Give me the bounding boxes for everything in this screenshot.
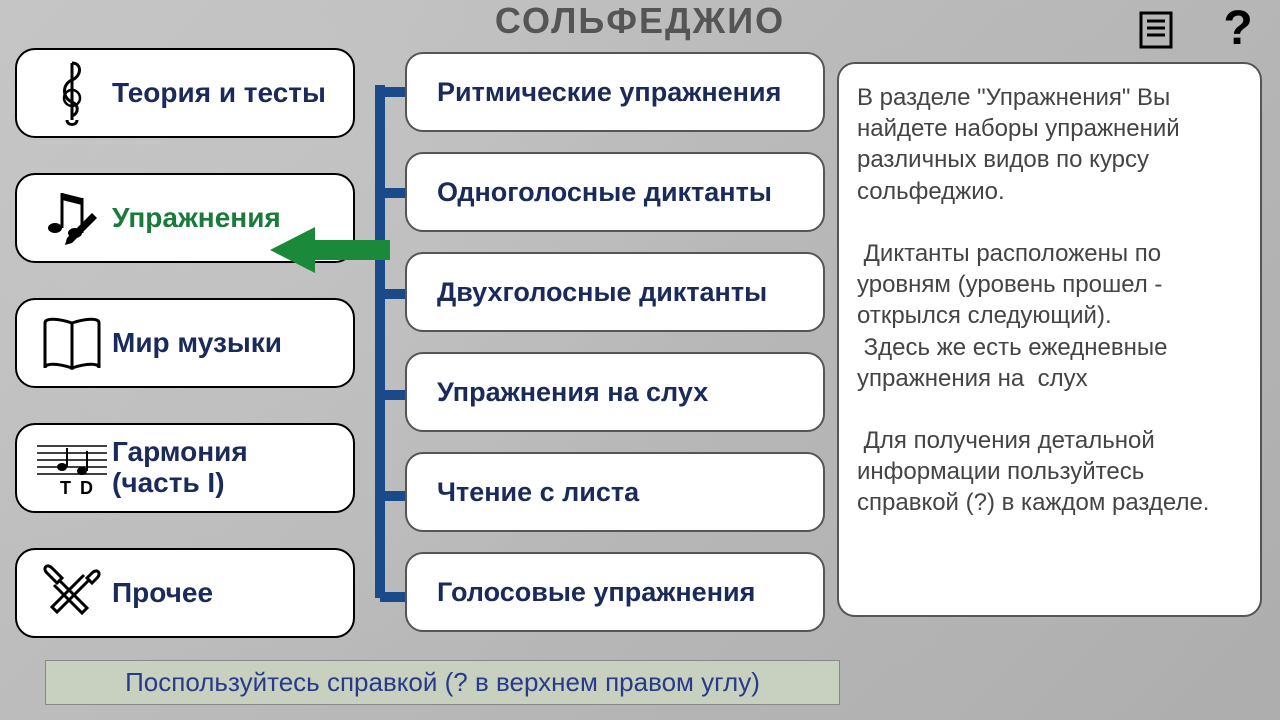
wrench-screwdriver-icon <box>32 558 112 628</box>
submenu-label: Голосовые упражнения <box>437 577 755 608</box>
info-panel: В разделе "Упражнения" Вы найдете наборы… <box>837 62 1262 617</box>
menu-label: Теория и тесты <box>112 78 326 109</box>
submenu-voice-exercises[interactable]: Голосовые упражнения <box>405 552 825 632</box>
menu-music-world[interactable]: Мир музыки <box>15 298 355 388</box>
hint-bar: Поспользуйтесь справкой (? в верхнем пра… <box>45 660 840 705</box>
tree-connector-vertical <box>375 85 385 598</box>
submenu-rhythmic-exercises[interactable]: Ритмические упражнения <box>405 52 825 132</box>
menu-label: Гармония (часть I) <box>112 437 338 499</box>
active-arrow-icon <box>270 225 390 275</box>
app-title: СОЛЬФЕДЖИО <box>495 0 785 42</box>
staff-td-icon: T D <box>32 433 112 503</box>
notes-pencil-icon <box>32 183 112 253</box>
submenu-label: Чтение с листа <box>437 477 639 508</box>
menu-label: Упражнения <box>112 203 281 234</box>
svg-text:?: ? <box>1223 8 1252 52</box>
submenu-sight-reading[interactable]: Чтение с листа <box>405 452 825 532</box>
submenu-two-voice-dictation[interactable]: Двухголосные диктанты <box>405 252 825 332</box>
svg-text:T: T <box>60 478 71 498</box>
menu-label: Прочее <box>112 578 213 609</box>
treble-clef-icon <box>32 58 112 128</box>
menu-other[interactable]: Прочее <box>15 548 355 638</box>
hint-text: Поспользуйтесь справкой (? в верхнем пра… <box>125 667 760 698</box>
info-text: В разделе "Упражнения" Вы найдете наборы… <box>857 82 1242 519</box>
submenu-label: Двухголосные диктанты <box>437 277 767 308</box>
submenu-one-voice-dictation[interactable]: Одноголосные диктанты <box>405 152 825 232</box>
help-icon[interactable]: ? <box>1216 8 1260 57</box>
submenu-label: Упражнения на слух <box>437 377 708 408</box>
menu-harmony[interactable]: T D Гармония (часть I) <box>15 423 355 513</box>
svg-text:D: D <box>80 478 93 498</box>
submenu-ear-exercises[interactable]: Упражнения на слух <box>405 352 825 432</box>
submenu-label: Ритмические упражнения <box>437 77 781 108</box>
menu-theory-tests[interactable]: Теория и тесты <box>15 48 355 138</box>
doc-icon[interactable] <box>1136 10 1176 55</box>
open-book-icon <box>32 308 112 378</box>
submenu-label: Одноголосные диктанты <box>437 177 772 208</box>
menu-label: Мир музыки <box>112 328 282 359</box>
